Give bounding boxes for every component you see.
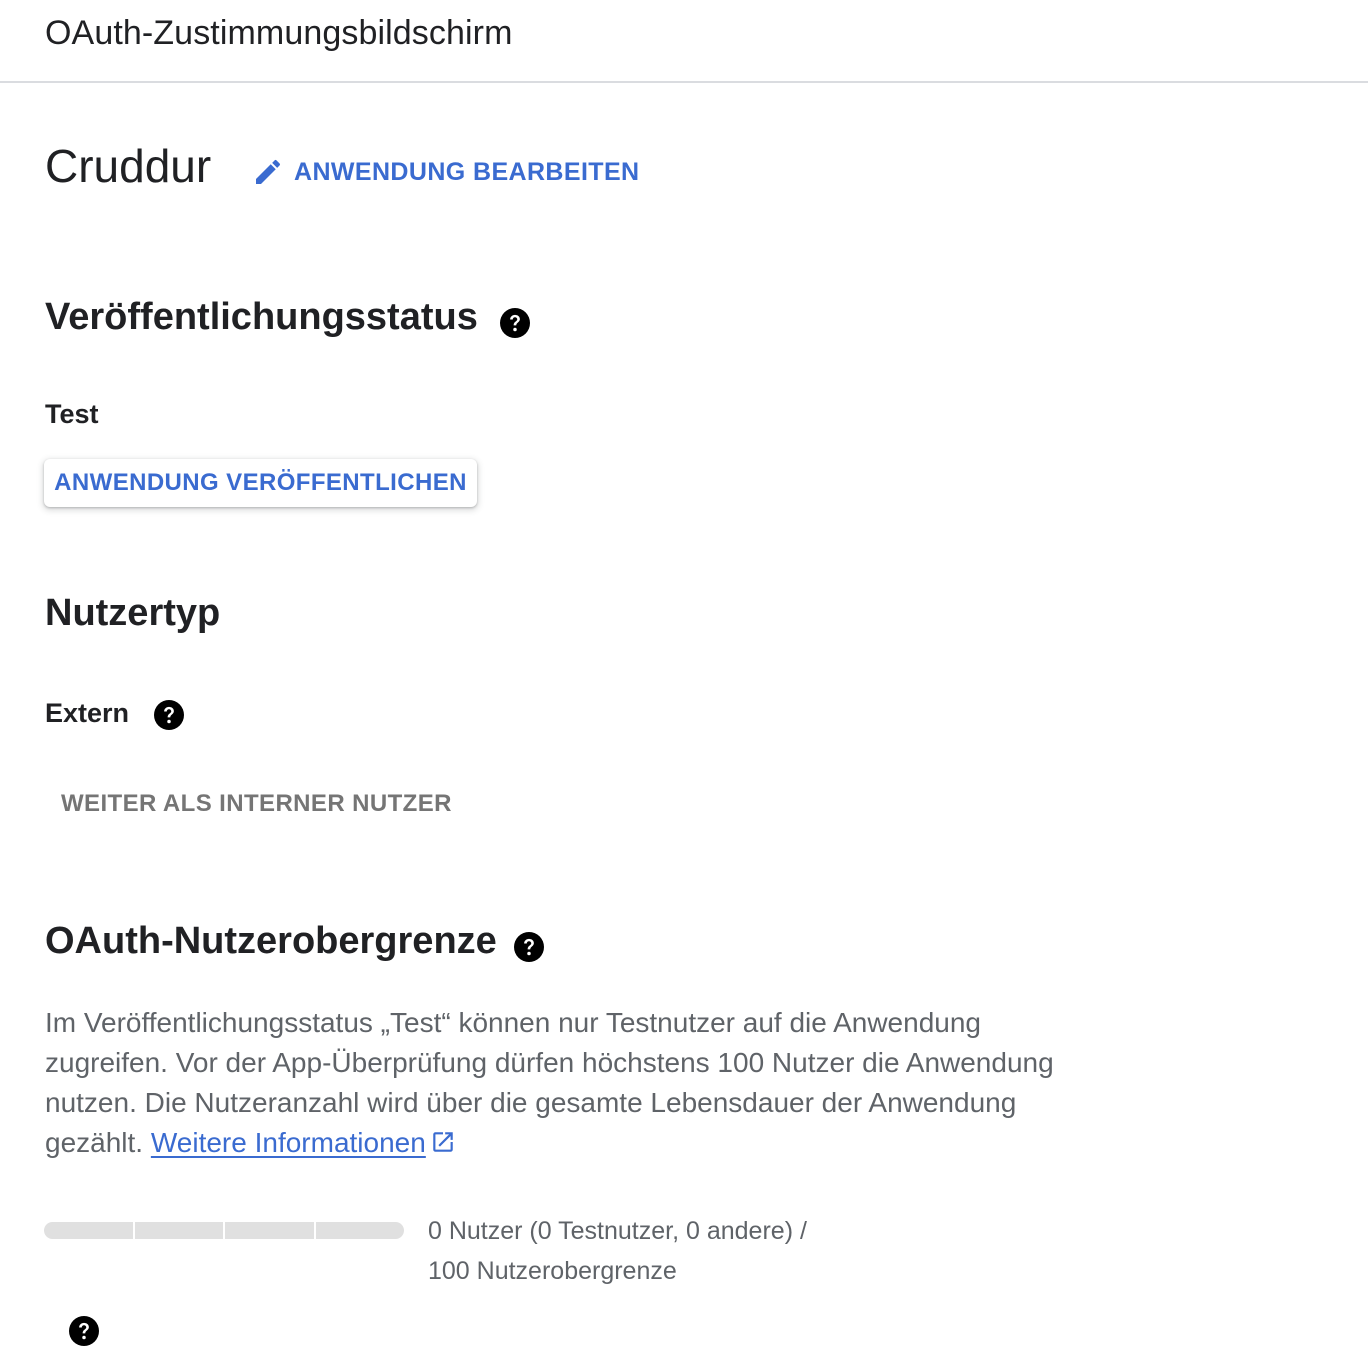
app-name: Cruddur (45, 140, 212, 192)
user-type-heading: Nutzertyp (45, 592, 221, 634)
help-icon[interactable] (69, 1316, 99, 1346)
progress-segment (134, 1222, 223, 1239)
learn-more-label: Weitere Informationen (150, 1127, 426, 1158)
user-cap-usage: 0 Nutzer (0 Testnutzer, 0 andere) / 100 … (428, 1211, 807, 1291)
help-icon[interactable] (514, 932, 544, 962)
user-cap-progress-bar (44, 1222, 404, 1239)
progress-segment (44, 1222, 133, 1239)
publish-app-button[interactable]: ANWENDUNG VERÖFFENTLICHEN (44, 459, 477, 507)
page-header: OAuth-Zustimmungsbildschirm (0, 0, 1368, 83)
pencil-icon (256, 159, 281, 184)
edit-app-button[interactable]: ANWENDUNG BEARBEITEN (252, 150, 640, 194)
user-cap-description: Im Veröffentlichungsstatus „Test“ können… (45, 1003, 1085, 1163)
user-cap-heading: OAuth-Nutzerobergrenze (45, 920, 497, 962)
learn-more-link[interactable]: Weitere Informationen (151, 1127, 426, 1158)
publishing-status-heading: Veröffentlichungsstatus (45, 296, 478, 338)
help-icon[interactable] (500, 308, 530, 338)
page-title: OAuth-Zustimmungsbildschirm (45, 14, 513, 52)
make-internal-button[interactable]: WEITER ALS INTERNER NUTZER (44, 780, 454, 828)
publishing-status-value: Test (45, 399, 99, 429)
app-name-row: Cruddur (45, 136, 211, 196)
open-in-new-icon[interactable] (430, 1129, 456, 1155)
usage-limit: 100 Nutzerobergrenze (428, 1257, 677, 1285)
edit-app-label: ANWENDUNG BEARBEITEN (294, 157, 640, 186)
progress-segment (225, 1222, 314, 1239)
progress-segment (315, 1222, 404, 1239)
help-icon[interactable] (154, 700, 184, 730)
user-type-value: Extern (45, 698, 130, 728)
usage-count: 0 Nutzer (0 Testnutzer, 0 andere) / (428, 1217, 807, 1245)
